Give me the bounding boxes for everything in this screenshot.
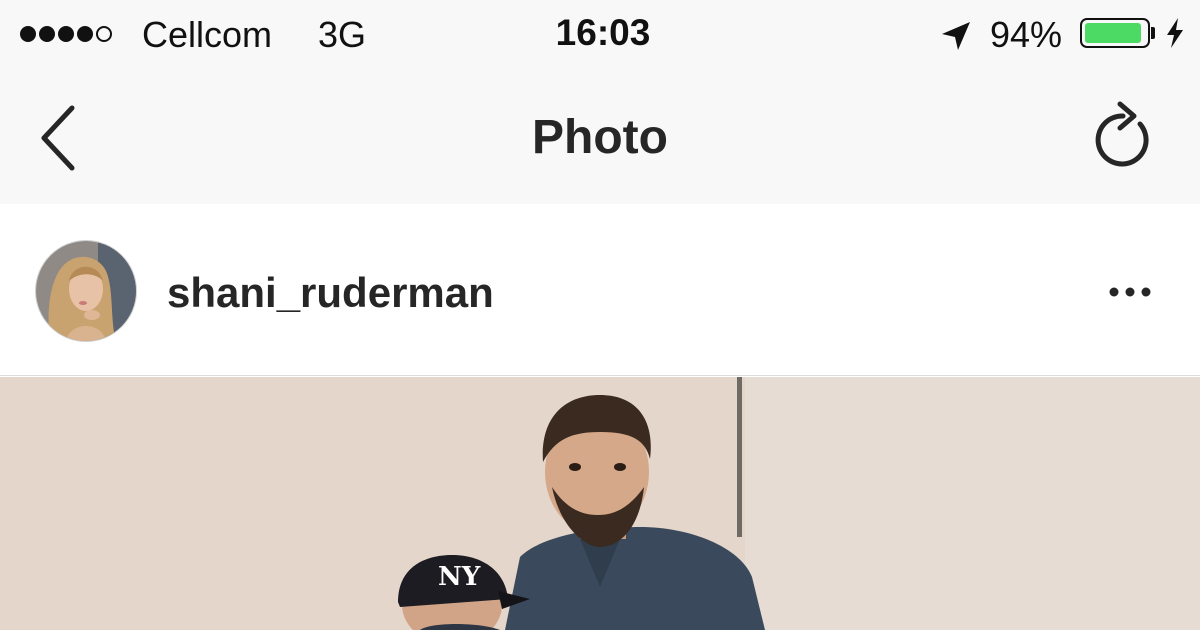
battery-level-fill xyxy=(1085,23,1142,43)
battery-percent: 94% xyxy=(990,14,1063,55)
avatar-image xyxy=(36,241,136,341)
status-bar: Cellcom 3G 16:03 94% xyxy=(0,0,1200,70)
page-title: Photo xyxy=(532,111,668,164)
post-photo-image: NY xyxy=(0,377,1200,630)
battery-tip xyxy=(1151,27,1155,39)
avatar[interactable] xyxy=(35,240,137,342)
post-photo[interactable]: NY xyxy=(0,377,1200,630)
charging-bolt-icon xyxy=(1167,18,1183,48)
post-header: shani_ruderman xyxy=(0,204,1200,376)
refresh-button[interactable] xyxy=(1090,98,1160,172)
nav-bar: Photo xyxy=(0,70,1200,204)
refresh-icon xyxy=(1095,101,1149,167)
username-link[interactable]: shani_ruderman xyxy=(167,269,494,317)
more-options-button[interactable] xyxy=(1100,274,1160,310)
more-options-icon xyxy=(1109,287,1151,297)
svg-text:NY: NY xyxy=(438,562,481,592)
battery-icon xyxy=(1080,18,1150,48)
location-arrow-icon xyxy=(942,22,970,50)
